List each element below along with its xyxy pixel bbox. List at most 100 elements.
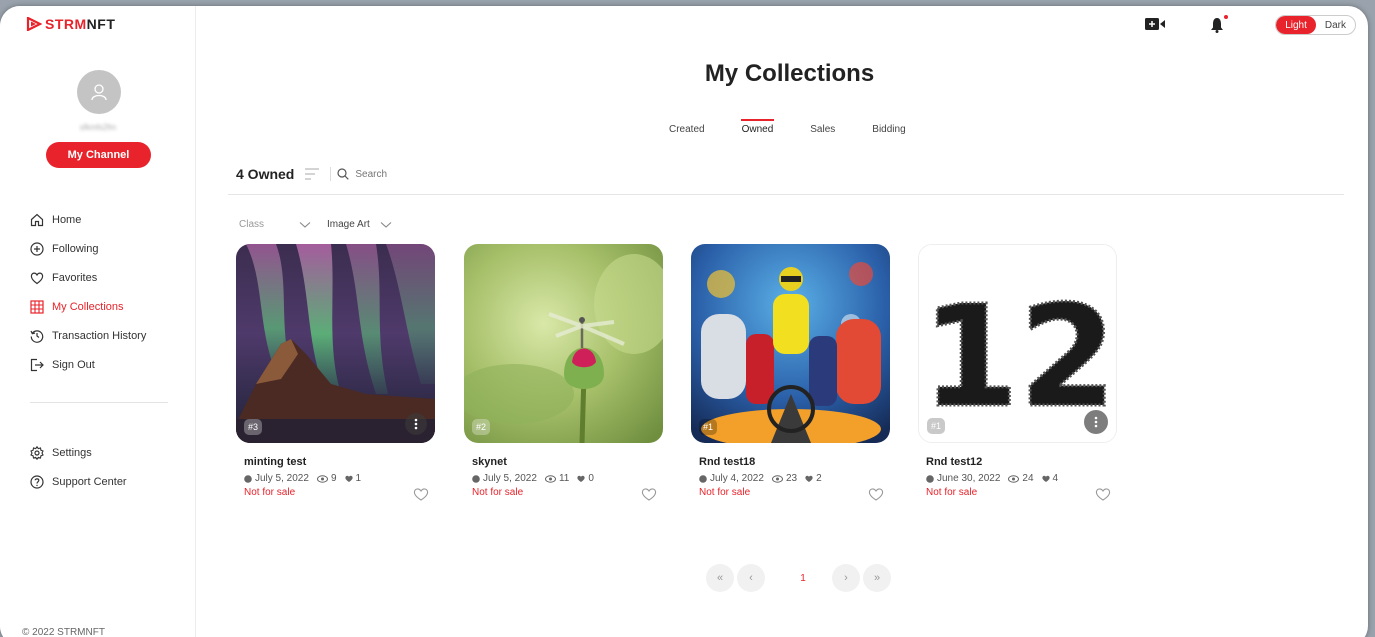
edition-badge: #1: [927, 418, 946, 434]
avatar[interactable]: [77, 70, 121, 114]
my-channel-button[interactable]: My Channel: [46, 142, 151, 168]
heart-filled-icon: [805, 475, 813, 482]
sidebar-item-label: My Collections: [52, 300, 124, 313]
sidebar-item-label: Favorites: [52, 271, 98, 284]
next-page-button[interactable]: ›: [832, 564, 860, 592]
notifications-button[interactable]: [1210, 15, 1229, 33]
eye-icon: [771, 474, 783, 483]
user-icon: [91, 84, 107, 101]
nft-title[interactable]: Rnd test18: [699, 456, 890, 468]
nft-title[interactable]: minting test: [244, 456, 435, 468]
plus-circle-icon: [30, 241, 44, 256]
clock-icon: [699, 474, 707, 483]
nft-views: 23: [785, 473, 798, 484]
sidebar-bottom-nav: Settings Support Center: [30, 438, 127, 496]
favorite-heart-icon[interactable]: [641, 487, 657, 501]
favorite-heart-icon[interactable]: [868, 487, 884, 501]
nft-thumbnail[interactable]: 12 #1: [918, 244, 1117, 443]
tab-created[interactable]: Created: [669, 124, 705, 135]
more-options-button[interactable]: [405, 413, 427, 435]
nft-views: 24: [1022, 473, 1034, 484]
nft-card[interactable]: #3 minting test July 5, 2022 9 1 Not for…: [236, 244, 435, 501]
copyright: © 2022 STRMNFT: [22, 627, 105, 637]
search-icon: [337, 168, 350, 180]
sidebar-item-settings[interactable]: Settings: [30, 438, 127, 467]
sort-icon[interactable]: [304, 167, 320, 181]
clock-icon: [472, 474, 480, 483]
nft-card[interactable]: 12 #1 Rnd test12 June 30, 2022 24 4 Not …: [918, 244, 1117, 501]
type-filter[interactable]: Image Art: [327, 219, 370, 230]
sidebar-item-favorites[interactable]: Favorites: [30, 263, 146, 292]
nft-date: June 30, 2022: [937, 473, 1001, 484]
eye-icon: [316, 474, 328, 483]
nft-title[interactable]: skynet: [472, 456, 663, 468]
search-input[interactable]: [355, 168, 476, 180]
filter-row: Class Image Art: [239, 219, 408, 230]
nft-views: 9: [330, 473, 337, 484]
nft-date: July 5, 2022: [483, 473, 537, 484]
nft-card[interactable]: #2 skynet July 5, 2022 11 0 Not for sale: [464, 244, 663, 501]
chevron-down-icon[interactable]: [299, 221, 311, 229]
class-filter[interactable]: Class: [239, 219, 299, 230]
nft-likes: 4: [1052, 473, 1059, 484]
add-video-button[interactable]: [1145, 17, 1166, 33]
sidebar-divider: [30, 402, 168, 403]
favorite-heart-icon[interactable]: [413, 487, 429, 501]
theme-toggle[interactable]: Light Dark: [1275, 15, 1356, 35]
eye-icon: [544, 474, 556, 483]
sidebar: STRMNFT sfkmfs2fm My Channel Home Follow…: [0, 6, 196, 637]
first-page-button[interactable]: «: [706, 564, 734, 592]
edition-badge: #2: [472, 419, 491, 435]
sidebar-item-home[interactable]: Home: [30, 205, 146, 234]
tab-sales[interactable]: Sales: [810, 124, 835, 135]
sidebar-item-following[interactable]: Following: [30, 234, 146, 263]
toolbar-divider: [330, 167, 332, 181]
bell-icon: [1211, 18, 1224, 33]
sidebar-item-transaction-history[interactable]: Transaction History: [30, 321, 146, 350]
heart-filled-icon: [577, 475, 585, 482]
tab-owned[interactable]: Owned: [740, 119, 774, 135]
notification-dot: [1224, 15, 1229, 19]
sale-status: Not for sale: [472, 487, 524, 498]
nft-title[interactable]: Rnd test12: [926, 456, 1117, 468]
logo-text: STRMNFT: [45, 16, 116, 32]
last-page-button[interactable]: »: [863, 564, 891, 592]
sidebar-item-label: Support Center: [52, 475, 127, 488]
nft-card[interactable]: #1 Rnd test18 July 4, 2022 23 2 Not for …: [691, 244, 890, 501]
sidebar-item-support-center[interactable]: Support Center: [30, 467, 127, 496]
owned-count: 4 Owned: [236, 166, 295, 182]
sidebar-item-label: Settings: [52, 446, 92, 459]
pagination: « ‹ 1 › »: [706, 564, 894, 592]
chevron-down-icon[interactable]: [380, 221, 392, 229]
sidebar-item-my-collections[interactable]: My Collections: [30, 292, 146, 321]
sidebar-item-label: Home: [52, 213, 82, 226]
nft-thumbnail[interactable]: #1: [691, 244, 890, 443]
sidebar-nav: Home Following Favorites My Collections …: [30, 205, 146, 379]
sidebar-item-sign-out[interactable]: Sign Out: [30, 350, 146, 379]
sidebar-item-label: Transaction History: [52, 329, 147, 342]
theme-light-option[interactable]: Light: [1276, 16, 1316, 34]
heart-icon: [30, 272, 44, 284]
theme-dark-option[interactable]: Dark: [1316, 16, 1355, 34]
sale-status: Not for sale: [699, 487, 751, 498]
nft-views: 11: [558, 473, 570, 484]
gear-icon: [30, 445, 44, 460]
nft-meta: July 4, 2022 23 2: [699, 473, 890, 484]
app-window: STRMNFT sfkmfs2fm My Channel Home Follow…: [0, 6, 1368, 637]
nft-likes: 2: [816, 473, 822, 484]
edition-badge: #1: [699, 419, 718, 435]
sale-status: Not for sale: [926, 487, 978, 498]
favorite-heart-icon[interactable]: [1095, 487, 1111, 501]
help-icon: [30, 474, 44, 489]
logo[interactable]: STRMNFT: [26, 16, 115, 32]
history-icon: [30, 329, 44, 343]
toolbar-divider-line: [228, 194, 1344, 195]
page-number[interactable]: 1: [789, 564, 817, 592]
collection-tabs: Created Owned Sales Bidding: [669, 119, 943, 135]
sale-status: Not for sale: [244, 487, 296, 498]
nft-thumbnail[interactable]: #3: [236, 244, 435, 443]
prev-page-button[interactable]: ‹: [737, 564, 765, 592]
more-options-button[interactable]: [1084, 410, 1108, 434]
tab-bidding[interactable]: Bidding: [872, 124, 905, 135]
nft-thumbnail[interactable]: #2: [464, 244, 663, 443]
